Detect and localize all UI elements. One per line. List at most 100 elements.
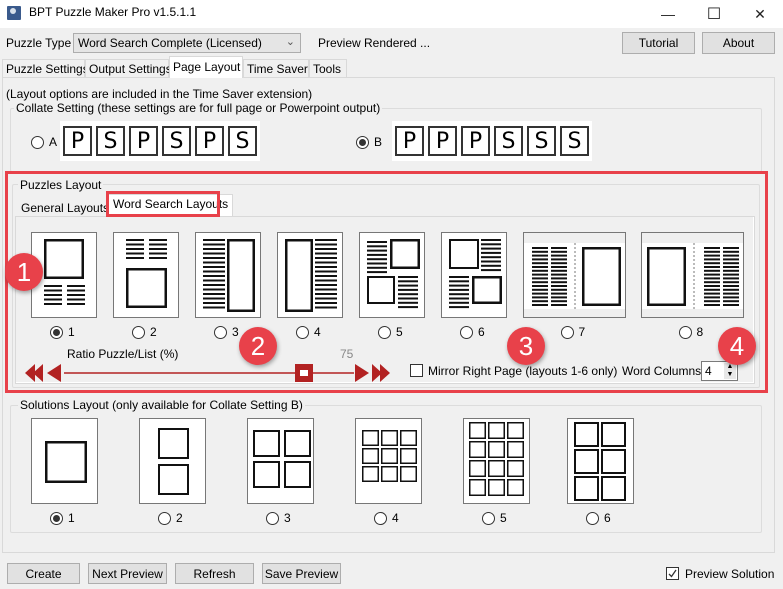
solution-layout-radio-4[interactable] <box>374 512 387 525</box>
spin-down-icon[interactable]: ▼ <box>724 371 736 379</box>
collate-sequence-a: PSPSPS <box>60 121 260 161</box>
collate-legend: Collate Setting (these settings are for … <box>14 101 383 115</box>
step-forward-icon[interactable] <box>355 364 369 382</box>
tab-puzzle-settings[interactable]: Puzzle Settings <box>2 59 89 77</box>
window-title: BPT Puzzle Maker Pro v1.5.1.1 <box>29 5 197 19</box>
puzzle-page-cell: P <box>129 126 158 156</box>
puzzle-layout-radio-6[interactable] <box>460 326 473 339</box>
maximize-icon: ☐ <box>706 6 722 23</box>
puzzle-layout-radio-4[interactable] <box>296 326 309 339</box>
puzzle-layout-thumbnail-6[interactable] <box>441 232 507 318</box>
collate-sequence-b: PPPSSS <box>392 121 592 161</box>
solution-layout-thumbnail-3[interactable] <box>247 418 314 504</box>
solution-layout-radio-1[interactable] <box>50 512 63 525</box>
word-search-tab-highlight <box>106 191 220 217</box>
word-columns-label: Word Columns <box>622 364 702 378</box>
close-icon: ✕ <box>754 5 766 22</box>
puzzle-layout-label-4: 4 <box>314 325 321 339</box>
solution-layout-thumbnail-2[interactable] <box>139 418 206 504</box>
mirror-right-page-label: Mirror Right Page (layouts 1-6 only) <box>428 364 618 378</box>
solution-layout-label-6: 6 <box>604 511 611 525</box>
puzzle-layout-radio-1[interactable] <box>50 326 63 339</box>
ratio-value: 75 <box>340 347 354 361</box>
close-button[interactable]: ✕ <box>737 0 783 28</box>
slider-thumb[interactable] <box>295 364 313 382</box>
puzzle-page-cell: P <box>461 126 490 156</box>
solution-layout-radio-2[interactable] <box>158 512 171 525</box>
solution-layout-radio-3[interactable] <box>266 512 279 525</box>
puzzle-layout-radio-3[interactable] <box>214 326 227 339</box>
puzzle-layout-label-5: 5 <box>396 325 403 339</box>
refresh-button[interactable]: Refresh <box>175 563 254 584</box>
minimize-icon: — <box>661 6 675 22</box>
skip-to-start-icon[interactable] <box>25 364 43 382</box>
tab-time-saver[interactable]: Time Saver <box>243 59 309 77</box>
annotation-badge-1: 1 <box>5 253 43 291</box>
tab-page-layout[interactable]: Page Layout <box>169 56 243 78</box>
solutions-layout-legend: Solutions Layout (only available for Col… <box>18 398 305 412</box>
tutorial-button[interactable]: Tutorial <box>622 32 695 54</box>
checkmark-icon <box>668 569 677 578</box>
solution-page-cell: S <box>96 126 125 156</box>
collate-radio-b[interactable] <box>356 136 369 149</box>
puzzle-layout-radio-2[interactable] <box>132 326 145 339</box>
puzzle-layout-thumbnail-4[interactable] <box>277 232 343 318</box>
annotation-badge-2: 2 <box>239 327 277 365</box>
ratio-slider[interactable] <box>22 360 397 386</box>
maximize-button[interactable]: ☐ <box>691 0 737 28</box>
puzzle-page-cell: P <box>63 126 92 156</box>
save-preview-button[interactable]: Save Preview <box>262 563 341 584</box>
preview-status: Preview Rendered ... <box>318 36 431 50</box>
layout-note: (Layout options are included in the Time… <box>6 87 313 101</box>
collate-radio-a[interactable] <box>31 136 44 149</box>
solution-layout-label-3: 3 <box>284 511 291 525</box>
solution-layout-radio-5[interactable] <box>482 512 495 525</box>
puzzle-layout-thumbnail-8[interactable] <box>641 232 744 318</box>
word-columns-value: 4 <box>705 364 712 378</box>
minimize-button[interactable]: — <box>645 0 691 28</box>
tab-output-settings[interactable]: Output Settings <box>85 59 172 77</box>
solution-layout-radio-6[interactable] <box>586 512 599 525</box>
collate-label-a: A <box>49 135 58 149</box>
solution-layout-thumbnail-4[interactable] <box>355 418 422 504</box>
chevron-down-icon: ⌄ <box>285 36 295 48</box>
ratio-label: Ratio Puzzle/List (%) <box>67 347 179 361</box>
tab-tools[interactable]: Tools <box>309 59 347 77</box>
skip-to-end-icon[interactable] <box>372 364 390 382</box>
subtab-general-layouts[interactable]: General Layouts <box>17 199 113 219</box>
solution-layout-label-5: 5 <box>500 511 507 525</box>
mirror-right-page-checkbox[interactable] <box>410 364 423 377</box>
puzzle-layout-radio-5[interactable] <box>378 326 391 339</box>
create-button[interactable]: Create <box>7 563 80 584</box>
annotation-badge-4: 4 <box>718 327 756 365</box>
puzzle-type-select[interactable]: Word Search Complete (Licensed) ⌄ <box>73 33 301 53</box>
annotation-badge-3: 3 <box>507 327 545 365</box>
puzzle-layout-label-3: 3 <box>232 325 239 339</box>
title-bar: BPT Puzzle Maker Pro v1.5.1.1 — ☐ ✕ <box>0 0 783 28</box>
preview-solution-checkbox[interactable] <box>666 567 679 580</box>
puzzles-layout-legend: Puzzles Layout <box>18 178 104 192</box>
puzzle-layout-label-1: 1 <box>68 325 75 339</box>
about-button[interactable]: About <box>702 32 775 54</box>
solution-layout-label-4: 4 <box>392 511 399 525</box>
puzzle-layout-thumbnail-3[interactable] <box>195 232 261 318</box>
puzzle-layout-thumbnail-7[interactable] <box>523 232 626 318</box>
next-preview-button[interactable]: Next Preview <box>88 563 167 584</box>
solution-page-cell: S <box>527 126 556 156</box>
solution-layout-thumbnail-1[interactable] <box>31 418 98 504</box>
solution-layout-thumbnail-5[interactable] <box>463 418 530 504</box>
puzzle-page-cell: P <box>428 126 457 156</box>
puzzle-layout-thumbnail-5[interactable] <box>359 232 425 318</box>
collate-label-b: B <box>374 135 383 149</box>
puzzle-layout-thumbnail-2[interactable] <box>113 232 179 318</box>
puzzle-layout-radio-8[interactable] <box>678 326 692 339</box>
solution-layout-label-2: 2 <box>176 511 183 525</box>
puzzle-type-label: Puzzle Type <box>6 36 72 50</box>
solution-layout-thumbnail-6[interactable] <box>567 418 634 504</box>
puzzle-layout-label-2: 2 <box>150 325 157 339</box>
step-back-icon[interactable] <box>47 364 61 382</box>
solution-page-cell: S <box>228 126 257 156</box>
puzzle-layout-radio-7[interactable] <box>560 326 574 339</box>
preview-solution-label: Preview Solution <box>685 567 775 581</box>
solution-layout-label-1: 1 <box>68 511 75 525</box>
